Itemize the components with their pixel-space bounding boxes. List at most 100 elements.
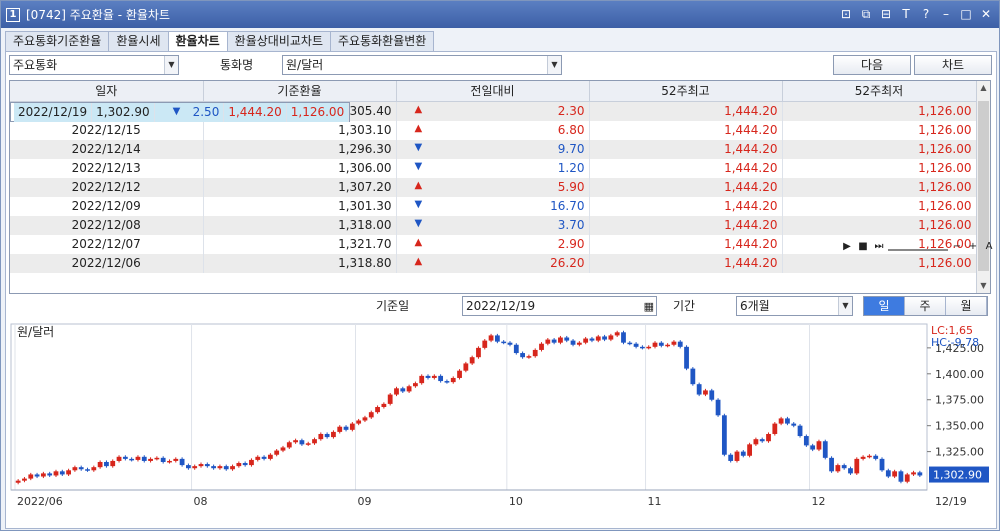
close-icon[interactable]: ✕ (979, 6, 993, 22)
candle-body (476, 347, 481, 358)
change-value: 26.20 (550, 256, 585, 270)
table-row[interactable]: 2022/12/19 1,302.90 ▼ 2.50 1,444.20 1,126.00 (10, 101, 351, 122)
zoom-slider[interactable] (888, 243, 948, 251)
table-scrollbar[interactable]: ▲ ▼ (976, 81, 990, 293)
title-bar[interactable]: 1 [0742] 주요환율 - 환율차트 ⊡ ⧉ ⊟ T ? – □ ✕ (1, 1, 999, 28)
candle-body (867, 455, 872, 458)
copy-icon[interactable]: ⧉ (859, 6, 873, 22)
candlestick-chart[interactable]: 2022/06 08 09 10 11 12 12/191,425.001,400.001,… (9, 322, 993, 528)
table-row[interactable]: 2022/12/12 1,307.20 ▲ 5.90 1,444.20 1,126.00 (10, 177, 977, 197)
candle-body (728, 454, 734, 461)
link-icon[interactable]: ⊡ (839, 6, 853, 22)
cell-date: 2022/12/12 (10, 177, 204, 197)
candle-body (116, 456, 122, 461)
zoom-out-icon[interactable]: − (950, 239, 964, 255)
candle-body (230, 466, 235, 470)
candle-body (280, 447, 286, 451)
chevron-down-icon[interactable]: ▼ (164, 56, 178, 74)
candle-body (337, 426, 343, 432)
table-row[interactable]: 2022/12/08 1,318.00 ▼ 3.70 1,444.20 1,126.00 (10, 215, 977, 235)
table-row[interactable]: 2022/12/09 1,301.30 ▼ 16.70 1,444.20 1,126.00 (10, 196, 977, 216)
cell-change: ▼ 1.20 (396, 158, 590, 178)
pin-icon[interactable]: ⊟ (879, 6, 893, 22)
candle-body (898, 471, 904, 482)
change-value: 2.30 (557, 104, 585, 118)
column-header[interactable]: 52주최고 (589, 81, 783, 102)
candle-body (797, 425, 803, 437)
cell-rate: 1,318.80 (203, 253, 397, 273)
table-row[interactable]: 2022/12/14 1,296.30 ▼ 9.70 1,444.20 1,126.00 (10, 139, 977, 159)
candle-body (810, 445, 816, 450)
chevron-down-icon[interactable]: ▼ (838, 297, 852, 315)
scroll-down-icon[interactable]: ▼ (977, 279, 990, 293)
candle-body (848, 468, 853, 474)
period-unit-0[interactable]: 일 (864, 297, 905, 315)
candle-body (331, 431, 336, 438)
help-icon[interactable]: ? (919, 6, 933, 22)
candle-body (917, 472, 923, 476)
column-header[interactable]: 52주최저 (782, 81, 977, 102)
window-title: [0742] 주요환율 - 환율차트 (26, 8, 170, 22)
candle-body (299, 440, 305, 445)
table-row[interactable]: 2022/12/15 1,303.10 ▲ 6.80 1,444.20 1,126.00 (10, 120, 977, 140)
candle-body (406, 386, 412, 392)
period-unit-1[interactable]: 주 (905, 297, 946, 315)
cell-rate: 1,301.30 (203, 196, 397, 216)
play-icon[interactable]: ▶ (840, 239, 854, 255)
change-value: 2.50 (192, 105, 220, 119)
maximize-icon[interactable]: □ (959, 6, 973, 22)
candle-body (627, 342, 633, 345)
period-select[interactable]: 6개월 ▼ (736, 296, 853, 316)
zoom-in-icon[interactable]: + (966, 239, 980, 255)
candle-body (274, 450, 280, 455)
triangle-up-icon: ▲ (414, 237, 423, 248)
chart-toolbar: ▶ ■ ⏭ − + A (840, 238, 996, 256)
cell-52w-high: 1,444.20 (589, 253, 783, 273)
x-tick-label-right: 12/19 (935, 495, 967, 508)
chevron-down-icon[interactable]: ▼ (547, 56, 561, 74)
candle-body (387, 394, 393, 404)
base-date-input[interactable]: 2022/12/19 ▦ (462, 296, 657, 316)
candle-body (652, 342, 658, 347)
candle-body (198, 464, 204, 467)
change-value: 2.90 (557, 237, 585, 251)
chart-button[interactable]: 차트 (914, 55, 992, 75)
candle-body (375, 407, 380, 413)
column-header[interactable]: 전일대비 (396, 81, 590, 102)
currency-select[interactable]: 원/달러 ▼ (282, 55, 562, 75)
currency-group-select[interactable]: 주요통화 ▼ (9, 55, 179, 75)
table-row[interactable]: 2022/12/06 1,318.80 ▲ 26.20 1,444.20 1,126.00 (10, 253, 977, 273)
tab-1[interactable]: 환율시세 (108, 31, 169, 51)
change-value: 5.90 (557, 180, 585, 194)
next-button[interactable]: 다음 (833, 55, 911, 75)
candle-body (286, 442, 292, 448)
minimize-icon[interactable]: – (939, 6, 953, 22)
period-unit-2[interactable]: 월 (946, 297, 987, 315)
cell-change: ▲ 6.80 (396, 120, 590, 140)
candle-body (28, 474, 34, 479)
candle-body (640, 346, 645, 349)
column-header[interactable]: 기준환율 (203, 81, 397, 102)
font-icon[interactable]: T (899, 6, 913, 22)
stop-icon[interactable]: ■ (856, 239, 870, 255)
candle-body (532, 349, 538, 357)
calendar-icon[interactable]: ▦ (644, 298, 654, 316)
tab-0[interactable]: 주요통화기준환율 (5, 31, 110, 51)
table-row[interactable]: 2022/12/07 1,321.70 ▲ 2.90 1,444.20 1,126.00 (10, 234, 977, 254)
cell-change: ▼ 2.50 (154, 102, 225, 122)
candle-body (236, 463, 242, 467)
candle-body (759, 439, 765, 442)
candle-body (595, 336, 601, 341)
text-icon[interactable]: A (982, 239, 996, 255)
cell-date: 2022/12/19 (14, 102, 93, 122)
candle-body (15, 480, 21, 483)
column-header[interactable]: 일자 (10, 81, 204, 102)
cell-date: 2022/12/14 (10, 139, 204, 159)
fast-forward-icon[interactable]: ⏭ (872, 239, 886, 255)
tab-2[interactable]: 환율차트 (167, 31, 228, 52)
table-row[interactable]: 2022/12/13 1,306.00 ▼ 1.20 1,444.20 1,126.00 (10, 158, 977, 178)
tab-4[interactable]: 주요통화환율변환 (330, 31, 435, 51)
candle-body (450, 377, 456, 383)
tab-3[interactable]: 환율상대비교차트 (226, 31, 331, 51)
scroll-up-icon[interactable]: ▲ (977, 81, 990, 95)
